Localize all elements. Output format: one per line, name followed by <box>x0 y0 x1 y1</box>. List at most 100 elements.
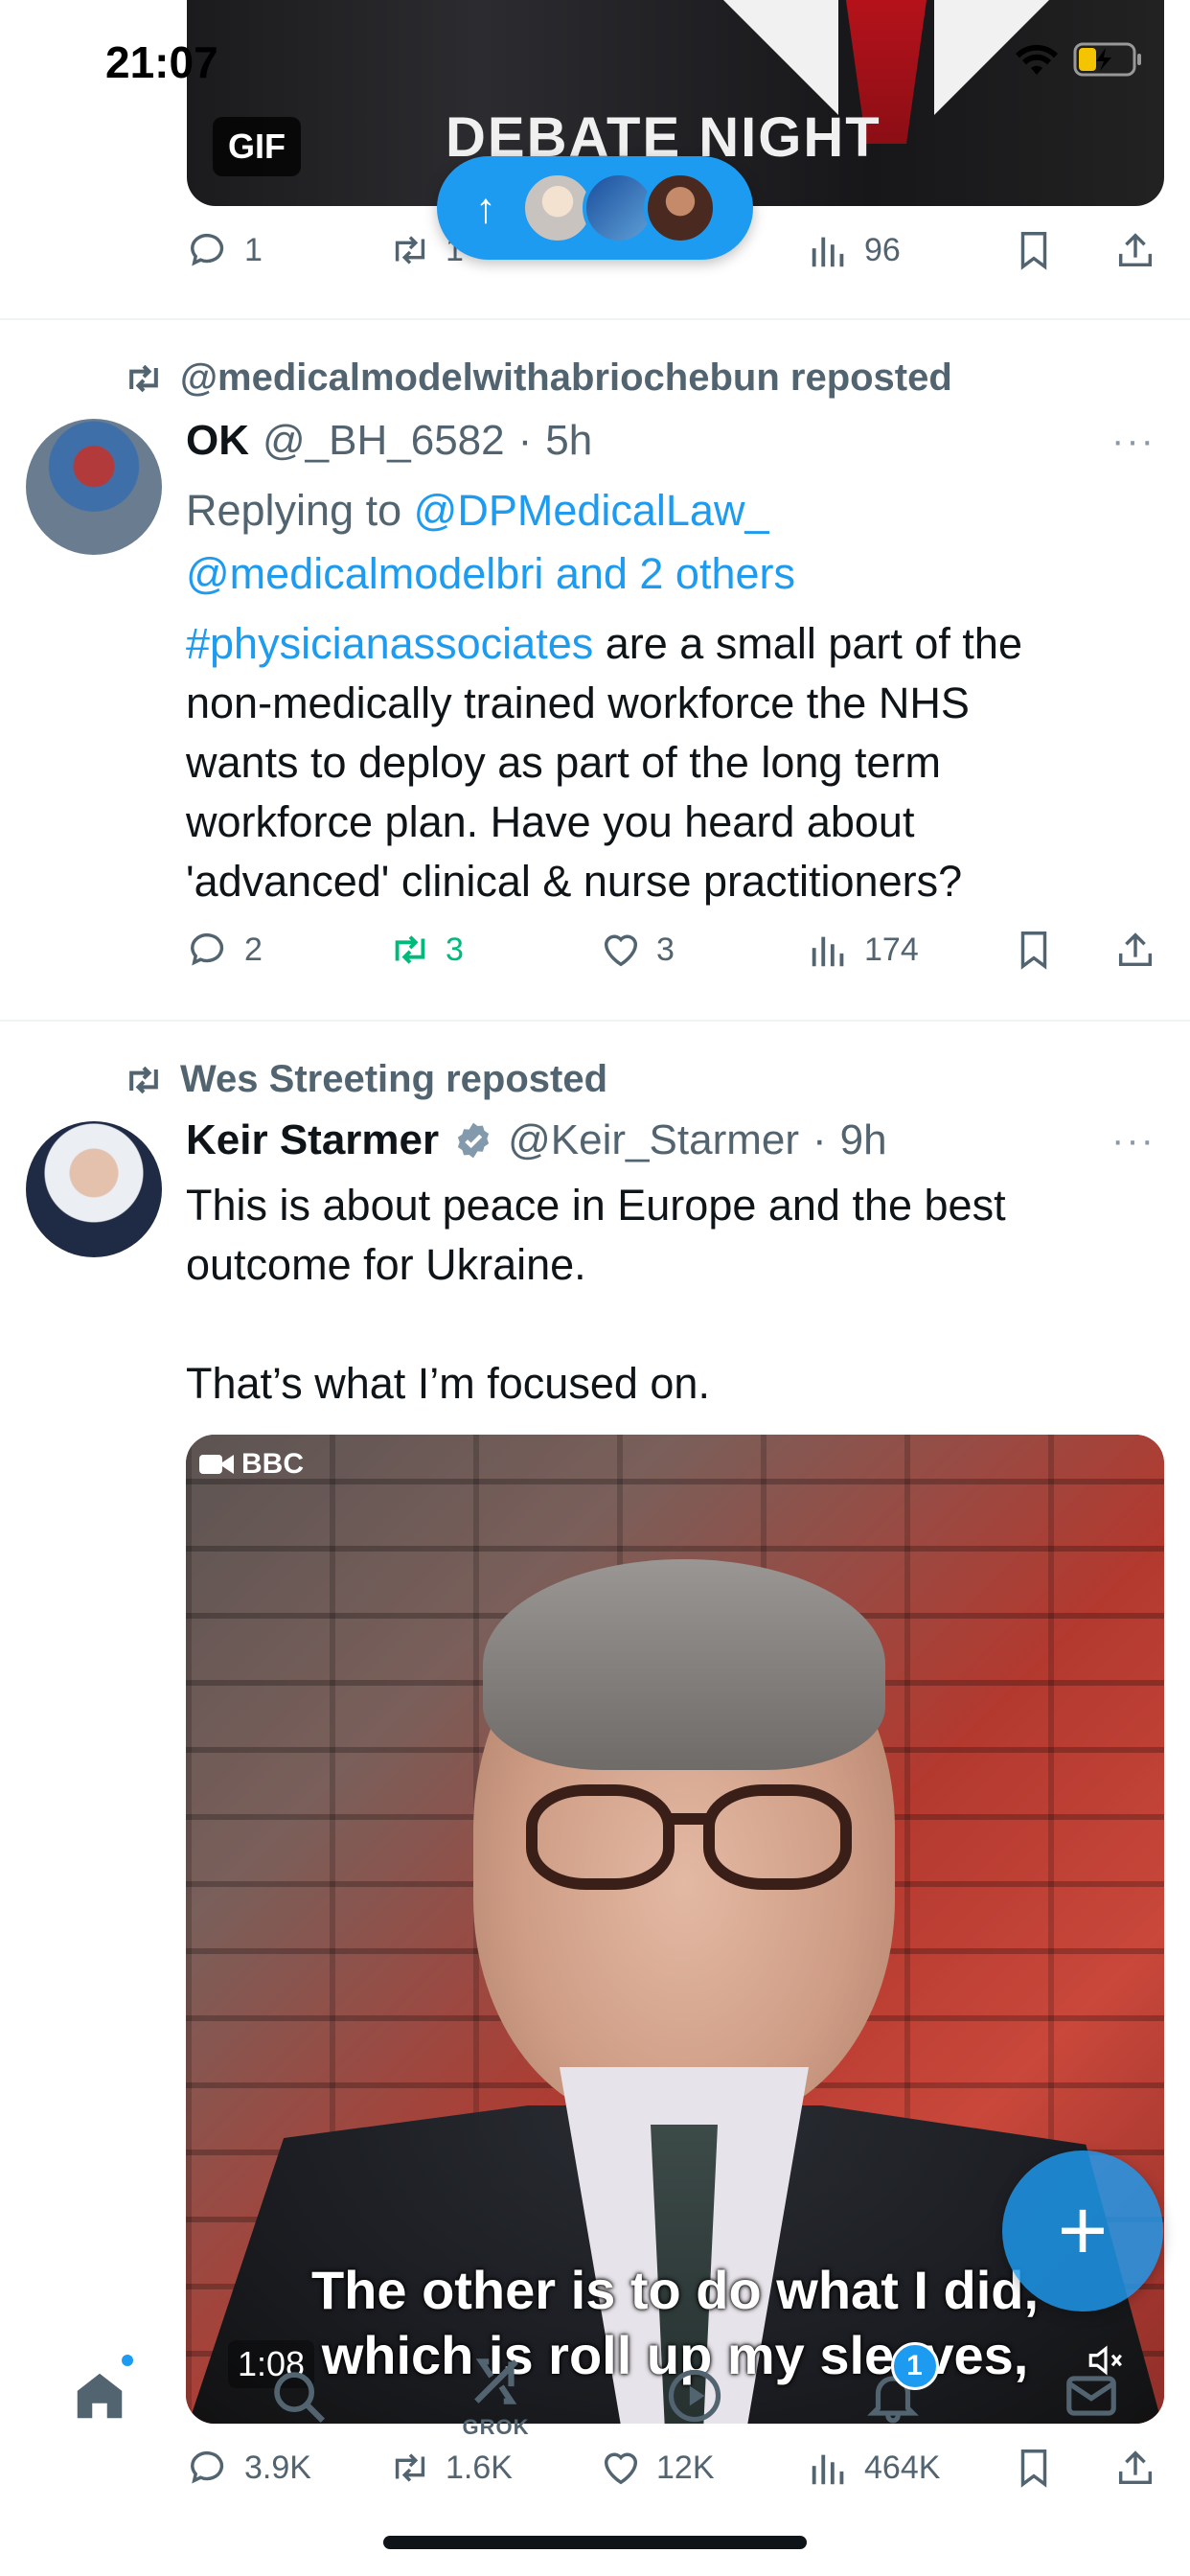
plus-icon: + <box>1057 2182 1109 2279</box>
repost-context-text: @medicalmodelwithabriochebun reposted <box>180 356 952 399</box>
repost-context-text: Wes Streeting reposted <box>180 1058 608 1100</box>
avatar[interactable] <box>26 419 162 555</box>
reply-count: 1 <box>244 231 263 268</box>
video-glasses-left <box>526 1784 675 1890</box>
repost-icon <box>129 1066 158 1093</box>
repost-count: 3 <box>446 931 464 968</box>
repost-icon <box>395 935 425 964</box>
mail-icon <box>1065 2376 1116 2416</box>
more-options-icon[interactable]: ··· <box>1111 420 1156 463</box>
mention-link[interactable]: @DPMedicalLaw_ <box>414 486 769 535</box>
video-person-hair <box>483 1559 885 1770</box>
video-source: BBC <box>199 1448 304 1481</box>
new-posts-pill[interactable]: ↑ <box>437 156 753 260</box>
display-name[interactable]: OK <box>186 417 249 465</box>
nav-search[interactable] <box>240 2348 355 2444</box>
pill-avatar-3 <box>644 172 717 244</box>
nav-video[interactable] <box>637 2348 752 2444</box>
video-glasses-right <box>703 1784 852 1890</box>
tweet-header: OK @_BH_6582 · 5h <box>186 417 592 465</box>
status-icons <box>1014 42 1144 77</box>
replying-prefix: Replying to <box>186 486 414 535</box>
nav-messages[interactable] <box>1034 2348 1149 2444</box>
nav-home[interactable] <box>42 2348 157 2444</box>
more-options-icon[interactable]: ··· <box>1111 1119 1156 1162</box>
share-button[interactable] <box>1113 928 1157 972</box>
views-button[interactable]: 96 <box>807 228 901 272</box>
home-icon <box>77 2373 122 2419</box>
separator-dot: · <box>812 1116 827 1163</box>
video-camera-icon <box>199 1455 234 1474</box>
hashtag-link[interactable]: #physicianassociates <box>186 619 593 668</box>
media-collar-left <box>723 0 838 115</box>
like-count: 12K <box>656 2449 715 2486</box>
tweet-text-line: non-medically trained workforce the NHS <box>186 678 970 727</box>
gif-badge: GIF <box>213 117 301 176</box>
tweet-text-line: This is about peace in Europe and the be… <box>186 1181 1006 1230</box>
avatar[interactable] <box>26 1121 162 1257</box>
video-source-label: BBC <box>241 1448 304 1480</box>
reply-button[interactable]: 2 <box>187 928 263 972</box>
repost-icon <box>395 236 425 264</box>
like-button[interactable]: 3 <box>599 928 675 972</box>
display-name[interactable]: Keir Starmer <box>186 1116 439 1164</box>
tweet-text-line: workforce plan. Have you heard about <box>186 797 915 846</box>
tweet-text: #physicianassociates are a small part of… <box>186 614 1163 911</box>
status-time: 21:07 <box>105 37 218 87</box>
tweet-text-line: are a small part of the <box>593 619 1022 668</box>
views-icon <box>812 237 844 267</box>
tweet-header: Keir Starmer @Keir_Starmer · 9h <box>186 1116 887 1164</box>
divider <box>0 318 1190 320</box>
tweet-text-line: wants to deploy as part of the long term <box>186 738 941 787</box>
reply-count: 3.9K <box>244 2449 311 2486</box>
mention-link[interactable]: @medicalmodelbri and 2 others <box>186 549 795 598</box>
nav-grok[interactable]: GROK <box>439 2348 554 2444</box>
play-circle-icon <box>668 2369 721 2423</box>
views-count: 464K <box>864 2449 941 2486</box>
wifi-icon <box>1016 44 1058 75</box>
arrow-up-icon: ↑ <box>475 185 496 232</box>
repost-context: @medicalmodelwithabriochebun reposted <box>123 356 952 400</box>
handle[interactable]: @Keir_Starmer <box>508 1116 799 1164</box>
home-indicator <box>383 2536 807 2549</box>
tweet-text-line: 'advanced' clinical & nurse practitioner… <box>186 857 963 906</box>
home-unread-dot <box>118 2352 136 2369</box>
reply-count: 2 <box>244 931 263 968</box>
share-button[interactable] <box>1113 228 1157 272</box>
battery-icon <box>1073 42 1141 77</box>
handle[interactable]: @_BH_6582 <box>263 417 505 465</box>
views-count: 174 <box>864 931 919 968</box>
nav-notifications[interactable]: 1 <box>835 2342 950 2444</box>
compose-button[interactable]: + <box>1002 2150 1163 2312</box>
bookmark-button[interactable] <box>1012 228 1056 272</box>
repost-count: 1.6K <box>446 2449 513 2486</box>
repost-button[interactable]: 3 <box>388 928 464 972</box>
views-button[interactable]: 174 <box>807 928 919 972</box>
reply-icon <box>191 233 224 266</box>
verified-badge-icon <box>458 1122 490 1159</box>
reply-button[interactable]: 1 <box>187 228 263 272</box>
grok-label: GROK <box>462 2415 530 2439</box>
repost-icon <box>129 364 158 392</box>
views-icon <box>812 936 844 967</box>
bottom-nav: GROK 1 <box>0 2338 1190 2453</box>
divider <box>0 1020 1190 1022</box>
timestamp[interactable]: 9h <box>840 1116 887 1164</box>
grok-icon <box>473 2358 518 2404</box>
timestamp[interactable]: 5h <box>545 417 592 465</box>
notifications-badge: 1 <box>890 2342 939 2390</box>
share-icon <box>1118 233 1153 267</box>
reply-icon <box>191 932 224 966</box>
heart-icon <box>604 934 638 967</box>
repost-context: Wes Streeting reposted <box>123 1058 607 1101</box>
bookmark-icon <box>1020 232 1047 270</box>
share-icon <box>1118 932 1153 967</box>
like-count: 3 <box>656 931 675 968</box>
bookmark-button[interactable] <box>1012 928 1056 972</box>
search-icon <box>273 2372 325 2424</box>
separator-dot: · <box>517 417 533 464</box>
replying-to: Replying to @DPMedicalLaw_ @medicalmodel… <box>186 479 795 606</box>
tweet-text: This is about peace in Europe and the be… <box>186 1176 1163 1414</box>
tweet-text-line: outcome for Ukraine. <box>186 1240 586 1289</box>
